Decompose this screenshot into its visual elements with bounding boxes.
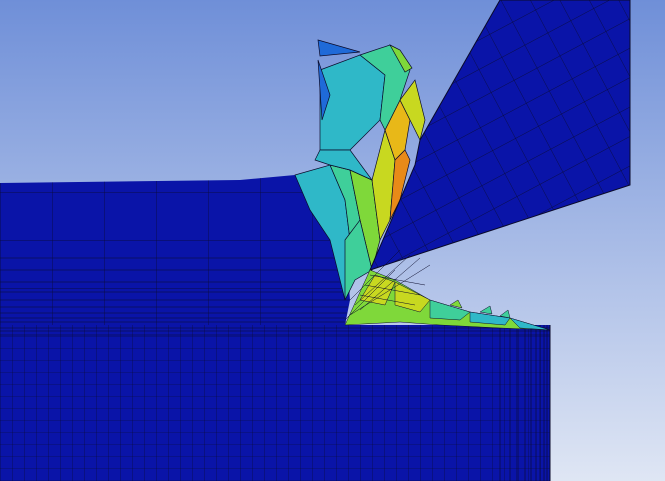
fe-viewport[interactable]: [0, 0, 665, 481]
workpiece-upper: [0, 175, 350, 325]
fe-scene: [0, 0, 665, 481]
workpiece-body: [0, 325, 551, 481]
